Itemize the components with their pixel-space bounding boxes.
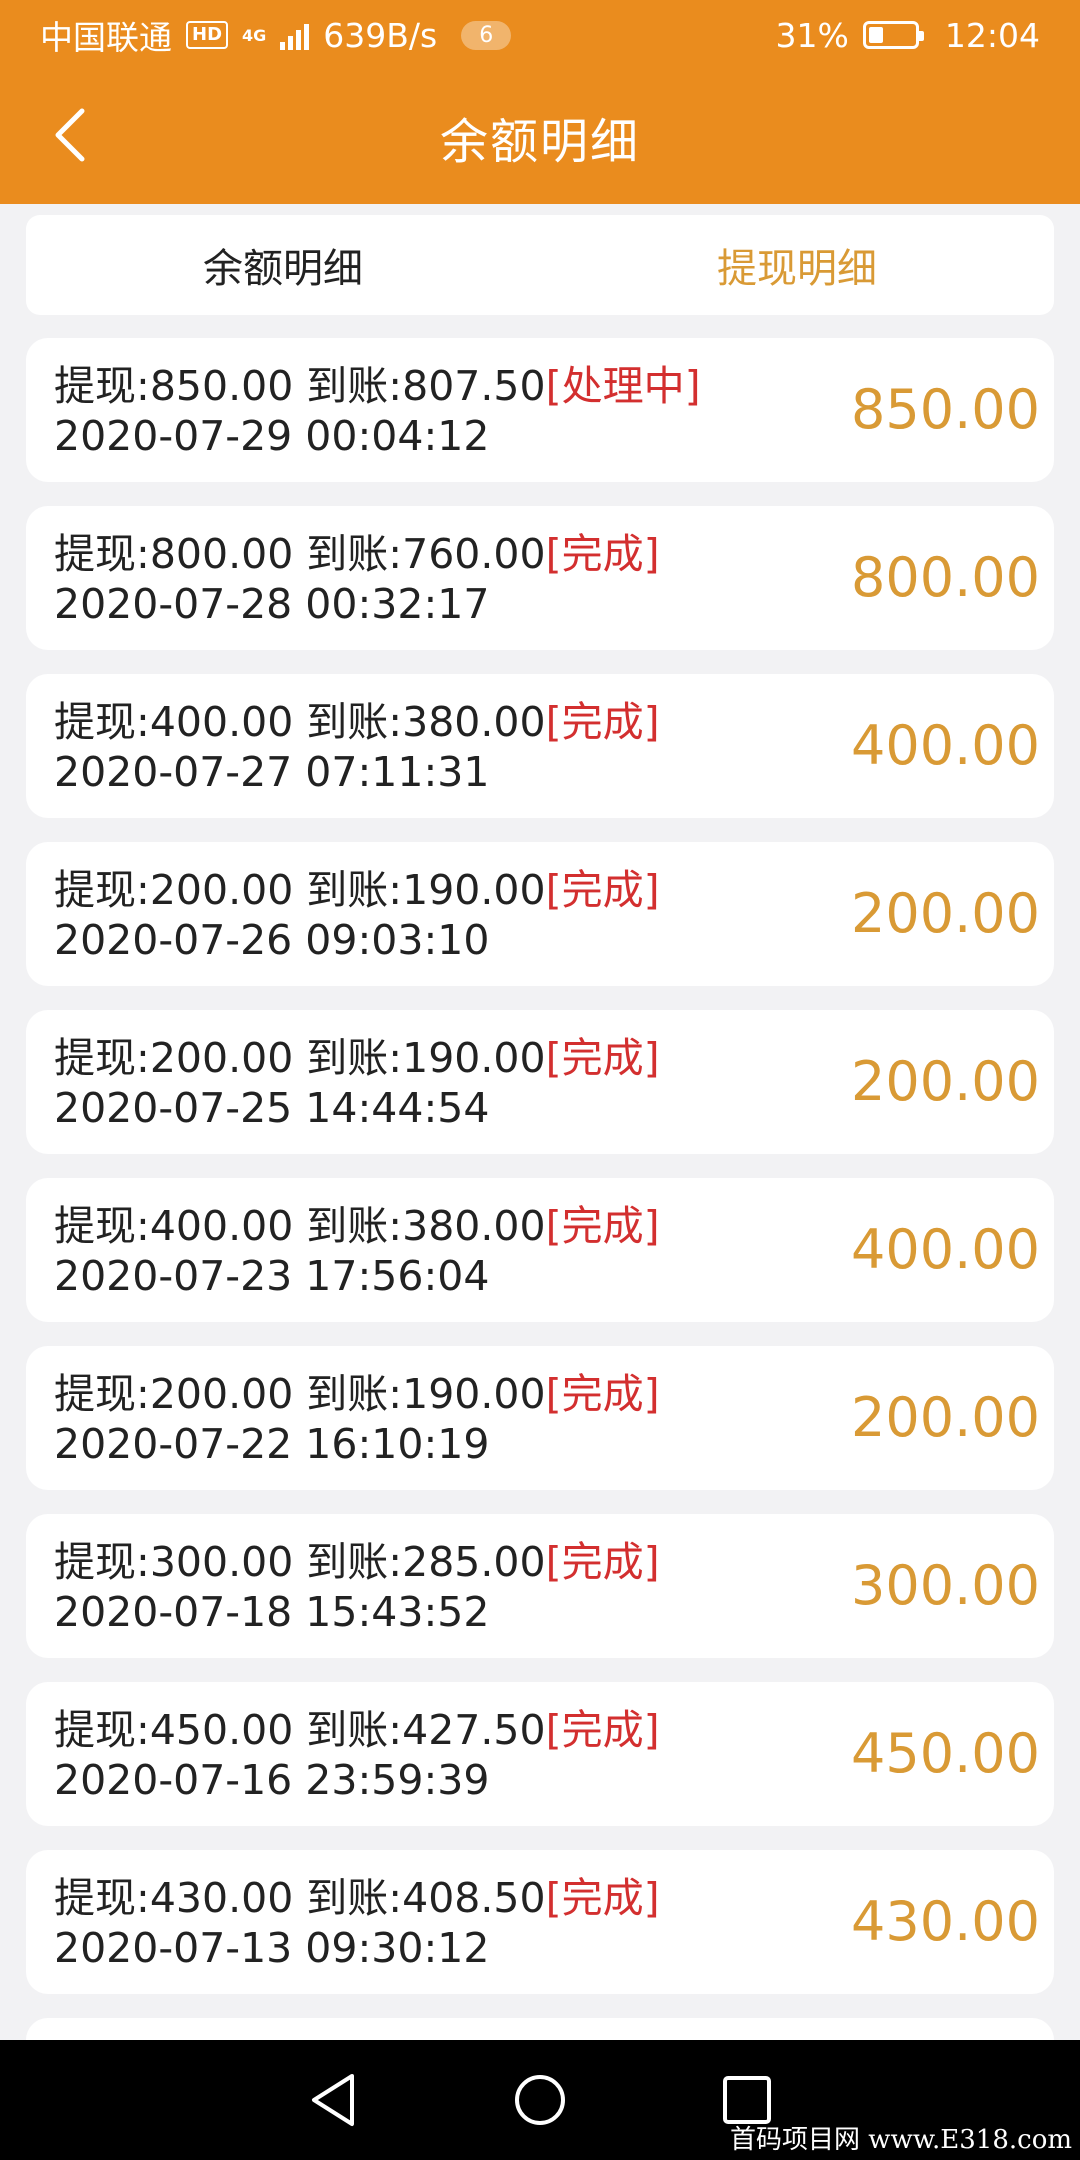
clock: 12:04 [944, 15, 1040, 55]
record-time: 2020-07-22 16:10:19 [54, 1420, 490, 1468]
record-summary: 提现:200.00 到账:190.00[完成] [54, 1034, 660, 1082]
record-summary: 提现:430.00 到账:408.50[完成] [54, 1874, 660, 1922]
record-status: [完成] [545, 1202, 660, 1250]
tab-bar: 余额明细 提现明细 [26, 215, 1054, 315]
battery-icon [862, 21, 924, 49]
record-summary: 提现:450.00 到账:427.50[完成] [54, 1706, 660, 1754]
hd-icon: HD [186, 21, 229, 49]
record-status: [处理中] [545, 362, 701, 410]
record-amount: 430.00 [851, 1890, 1040, 1953]
status-bar: 中国联通 HD 4G 639B/s 6 31% 12:04 [0, 0, 1080, 70]
record-time: 2020-07-26 09:03:10 [54, 916, 490, 964]
page-title: 余额明细 [439, 114, 640, 170]
withdraw-record-list: 提现:850.00 到账:807.50[处理中] 2020-07-29 00:0… [26, 338, 1054, 2078]
circle-home-icon [514, 2075, 565, 2125]
carrier-label: 中国联通 [40, 18, 172, 57]
record-summary: 提现:400.00 到账:380.00[完成] [54, 1202, 660, 1250]
record-summary: 提现:200.00 到账:190.00[完成] [54, 1370, 660, 1418]
record-time: 2020-07-23 17:56:04 [54, 1252, 490, 1300]
record-summary: 提现:400.00 到账:380.00[完成] [54, 698, 660, 746]
record-status: [完成] [545, 530, 660, 578]
tab-balance-detail[interactable]: 余额明细 [26, 215, 540, 315]
watermark: 首码项目网 www.E318.com [730, 2125, 1072, 2155]
chevron-left-icon [55, 108, 85, 162]
nav-home-button[interactable] [505, 2065, 575, 2135]
signal-icon [280, 20, 310, 50]
record-status: [完成] [545, 698, 660, 746]
notification-count-badge: 6 [461, 20, 512, 50]
record-summary: 提现:800.00 到账:760.00[完成] [54, 530, 660, 578]
record-time: 2020-07-29 00:04:12 [54, 412, 490, 460]
record-amount: 200.00 [851, 882, 1040, 945]
app-header: 余额明细 [0, 70, 1080, 204]
list-item[interactable]: 提现:200.00 到账:190.00[完成] 2020-07-25 14:44… [26, 1010, 1054, 1154]
tab-withdraw-detail[interactable]: 提现明细 [540, 215, 1054, 315]
list-item[interactable]: 提现:400.00 到账:380.00[完成] 2020-07-27 07:11… [26, 674, 1054, 818]
record-status: [完成] [545, 1034, 660, 1082]
triangle-back-icon [312, 2074, 355, 2126]
record-amount: 300.00 [851, 1554, 1040, 1617]
network-type: 4G [242, 25, 267, 45]
nav-back-button[interactable] [298, 2065, 368, 2135]
record-status: [完成] [545, 866, 660, 914]
list-item[interactable]: 提现:200.00 到账:190.00[完成] 2020-07-26 09:03… [26, 842, 1054, 986]
record-amount: 450.00 [851, 1722, 1040, 1785]
back-button[interactable] [40, 100, 100, 170]
record-time: 2020-07-25 14:44:54 [54, 1084, 490, 1132]
list-item[interactable]: 提现:200.00 到账:190.00[完成] 2020-07-22 16:10… [26, 1346, 1054, 1490]
record-time: 2020-07-27 07:11:31 [54, 748, 490, 796]
record-status: [完成] [545, 1706, 660, 1754]
record-summary: 提现:850.00 到账:807.50[处理中] [54, 362, 701, 410]
list-item[interactable]: 提现:450.00 到账:427.50[完成] 2020-07-16 23:59… [26, 1682, 1054, 1826]
network-speed: 639B/s [323, 15, 438, 55]
record-time: 2020-07-18 15:43:52 [54, 1588, 490, 1636]
list-item[interactable]: 提现:400.00 到账:380.00[完成] 2020-07-23 17:56… [26, 1178, 1054, 1322]
list-item[interactable]: 提现:430.00 到账:408.50[完成] 2020-07-13 09:30… [26, 1850, 1054, 1994]
record-amount: 200.00 [851, 1386, 1040, 1449]
record-time: 2020-07-28 00:32:17 [54, 580, 490, 628]
list-item[interactable]: 提现:800.00 到账:760.00[完成] 2020-07-28 00:32… [26, 506, 1054, 650]
list-item[interactable]: 提现:300.00 到账:285.00[完成] 2020-07-18 15:43… [26, 1514, 1054, 1658]
record-amount: 850.00 [851, 378, 1040, 441]
record-amount: 400.00 [851, 714, 1040, 777]
list-item[interactable]: 提现:850.00 到账:807.50[处理中] 2020-07-29 00:0… [26, 338, 1054, 482]
record-time: 2020-07-16 23:59:39 [54, 1756, 490, 1804]
record-amount: 800.00 [851, 546, 1040, 609]
record-amount: 200.00 [851, 1050, 1040, 1113]
record-status: [完成] [545, 1538, 660, 1586]
record-status: [完成] [545, 1874, 660, 1922]
record-amount: 400.00 [851, 1218, 1040, 1281]
record-summary: 提现:300.00 到账:285.00[完成] [54, 1538, 660, 1586]
record-summary: 提现:200.00 到账:190.00[完成] [54, 866, 660, 914]
record-status: [完成] [545, 1370, 660, 1418]
battery-percent: 31% [775, 15, 849, 55]
record-time: 2020-07-13 09:30:12 [54, 1924, 490, 1972]
